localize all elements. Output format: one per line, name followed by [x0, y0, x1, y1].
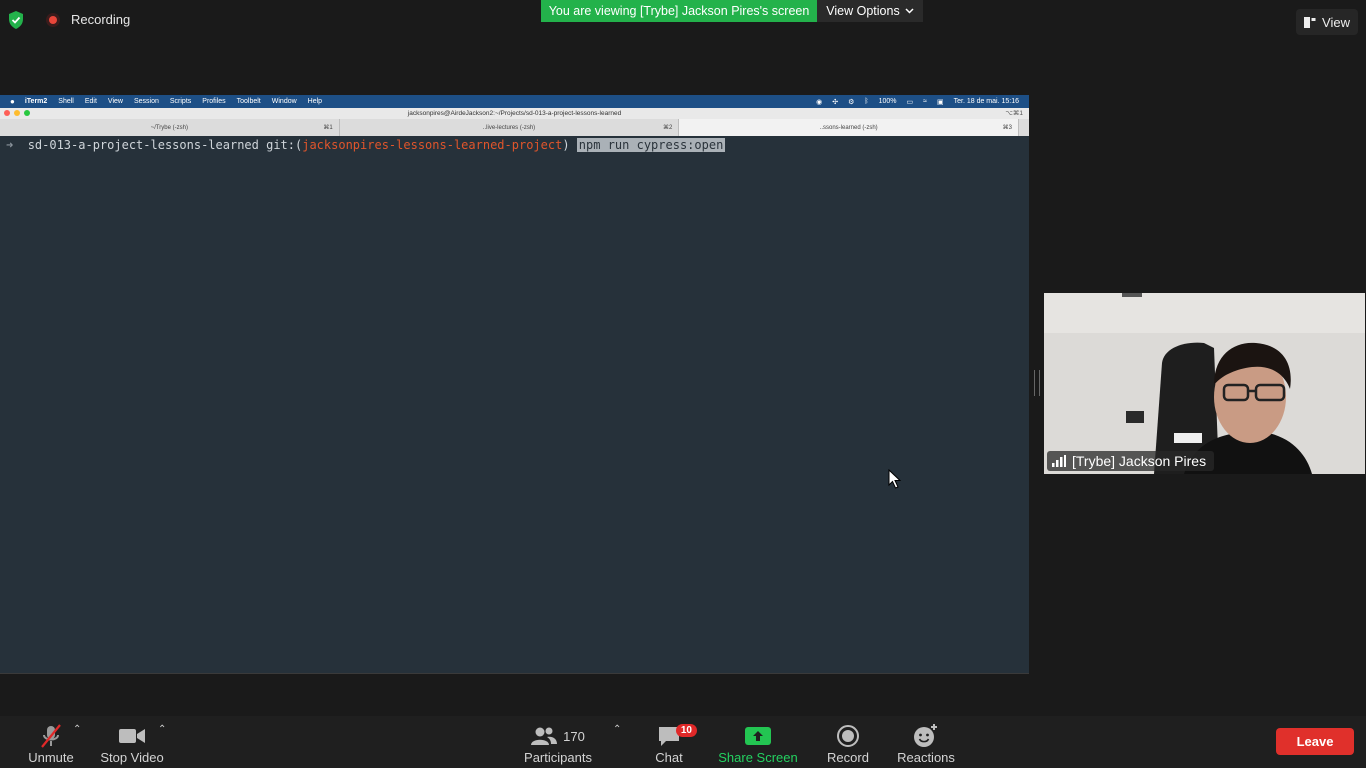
view-options-label: View Options: [826, 4, 900, 18]
chat-button[interactable]: 10 Chat: [648, 716, 697, 768]
reactions-button[interactable]: Reactions: [893, 716, 959, 768]
security-shield-icon[interactable]: [8, 11, 24, 29]
microphone-muted-icon: [41, 724, 61, 748]
terminal-tab-shortcut: ⌘2: [663, 125, 673, 131]
menubar-item: Scripts: [169, 98, 192, 105]
menubar-item: Window: [271, 98, 297, 105]
menubar-item: Profiles: [202, 98, 226, 105]
terminal-tab-active: ..ssons-learned (-zsh) ⌘3: [679, 119, 1020, 136]
record-icon: [837, 725, 859, 747]
participant-video-tile[interactable]: [1044, 293, 1365, 474]
leave-label: Leave: [1296, 734, 1334, 749]
participants-button[interactable]: 170 Participants: [518, 716, 598, 768]
terminal-tab-shortcut: ⌘1: [323, 125, 333, 131]
panel-resize-handle[interactable]: [1034, 370, 1040, 396]
menubar-datetime: Ter. 18 de mai. 15:16: [953, 98, 1019, 105]
minimize-window-icon: [14, 110, 20, 116]
prompt-directory: sd-013-a-project-lessons-learned: [27, 138, 259, 152]
record-label: Record: [827, 750, 869, 765]
shared-screen[interactable]: ● iTerm2 Shell Edit View Session Scripts…: [0, 95, 1030, 674]
status-icon: ✣: [832, 98, 839, 106]
status-icon: ◉: [816, 98, 823, 106]
menubar-item: View: [107, 98, 123, 105]
share-screen-icon: [745, 727, 771, 745]
stop-video-label: Stop Video: [100, 750, 164, 765]
participants-options-caret-icon[interactable]: ⌃: [613, 724, 621, 735]
video-camera-icon: [119, 729, 145, 743]
git-suffix: ): [562, 138, 570, 152]
menubar-item: Help: [307, 98, 323, 105]
leave-meeting-button[interactable]: Leave: [1276, 728, 1354, 755]
terminal-tab-label: ~/Trybe (-zsh): [150, 124, 188, 131]
maximize-window-icon: [24, 110, 30, 116]
viewing-screen-banner: You are viewing [Trybe] Jackson Pires's …: [541, 0, 817, 22]
participants-label: Participants: [524, 750, 592, 765]
audio-options-caret-icon[interactable]: ⌃: [73, 724, 81, 735]
chevron-down-icon: [905, 8, 914, 14]
mac-menubar: ● iTerm2 Shell Edit View Session Scripts…: [0, 95, 1029, 108]
recording-label: Recording: [71, 12, 131, 27]
layout-icon: [1304, 16, 1316, 28]
terminal-command: npm run cypress:open: [576, 138, 726, 152]
battery-level: 100%: [878, 98, 897, 105]
chat-label: Chat: [655, 750, 683, 765]
view-label: View: [1322, 14, 1350, 30]
display-icon: ▣: [936, 98, 944, 106]
terminal-tab-label: ..ssons-learned (-zsh): [819, 124, 878, 131]
terminal-tab-shortcut: ⌘3: [1002, 125, 1013, 131]
chat-unread-badge: 10: [675, 724, 697, 737]
window-shortcut: ⌥⌘1: [1005, 110, 1023, 117]
menubar-item: Toolbelt: [236, 98, 261, 105]
gear-icon: ⚙: [848, 98, 855, 106]
share-screen-label: Share Screen: [718, 750, 798, 765]
recording-indicator-icon: [46, 13, 60, 27]
git-prefix: git:(: [266, 138, 303, 152]
terminal-tab-bar: ~/Trybe (-zsh) ⌘1 ..live-lectures (-zsh)…: [0, 119, 1030, 136]
new-tab-area: [1019, 119, 1030, 136]
participants-count: 170: [563, 728, 585, 744]
participant-name: [Trybe] Jackson Pires: [1072, 453, 1207, 469]
view-options-button[interactable]: View Options: [817, 0, 923, 22]
apple-icon: ●: [10, 97, 15, 106]
view-layout-button[interactable]: View: [1296, 9, 1358, 35]
menubar-item: iTerm2: [24, 98, 48, 105]
terminal-window-title: jacksonpires@AirdeJackson2:~/Projects/sd…: [407, 110, 622, 117]
mouse-cursor-icon: [888, 469, 902, 489]
git-branch: jacksonpires-lessons-learned-project: [302, 138, 563, 152]
record-button[interactable]: Record: [822, 716, 874, 768]
terminal-title-bar: jacksonpires@AirdeJackson2:~/Projects/sd…: [0, 108, 1029, 119]
participant-video-frame: [1044, 293, 1365, 474]
unmute-label: Unmute: [28, 750, 74, 765]
participant-name-label: [Trybe] Jackson Pires: [1047, 451, 1215, 471]
video-options-caret-icon[interactable]: ⌃: [158, 724, 166, 735]
wifi-icon: ≈: [923, 98, 927, 105]
viewing-banner-text: You are viewing [Trybe] Jackson Pires's …: [548, 4, 810, 18]
menubar-item: Session: [133, 98, 159, 105]
battery-icon: ▭: [906, 98, 914, 106]
terminal-tab-label: ..live-lectures (-zsh): [482, 124, 536, 131]
menubar-item: Shell: [58, 98, 74, 105]
participants-icon: [531, 727, 558, 745]
menubar-item: Edit: [84, 98, 97, 105]
share-screen-button[interactable]: Share Screen: [714, 716, 802, 768]
close-window-icon: [4, 110, 10, 116]
prompt-arrow-icon: ➜: [6, 138, 14, 152]
terminal-tab: ..live-lectures (-zsh) ⌘2: [340, 119, 680, 136]
bluetooth-icon: ᛒ: [864, 98, 869, 105]
reactions-icon: [914, 724, 937, 747]
terminal-tab: ~/Trybe (-zsh) ⌘1: [0, 119, 340, 136]
reactions-label: Reactions: [897, 750, 955, 765]
signal-strength-icon: [1052, 455, 1066, 467]
terminal-prompt-line: ➜ sd-013-a-project-lessons-learned git:(…: [6, 138, 726, 152]
